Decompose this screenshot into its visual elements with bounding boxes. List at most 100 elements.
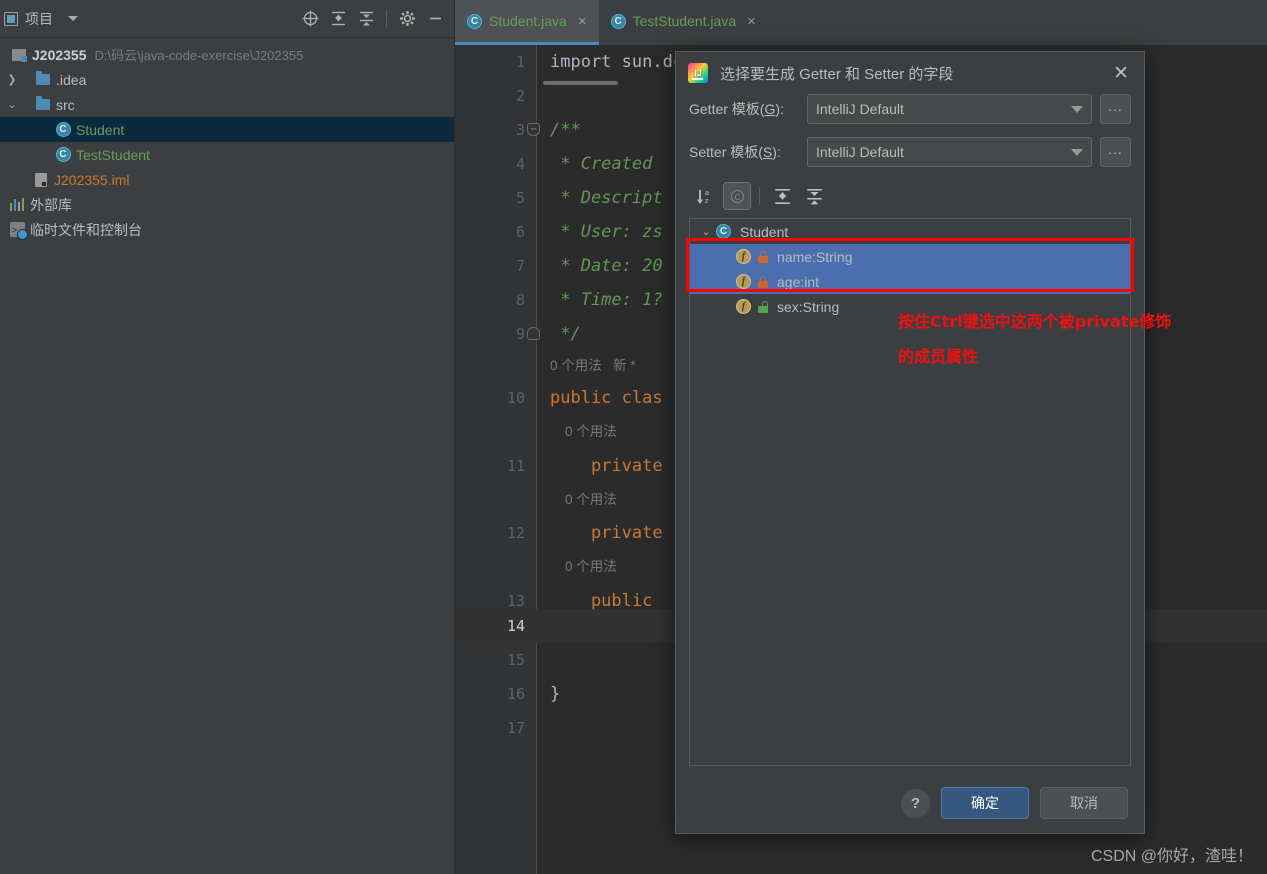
tree-item-iml[interactable]: J202355.iml: [0, 167, 454, 192]
field-icon: f: [736, 274, 751, 289]
line-number: 8: [515, 291, 525, 309]
annotation-text-line2: 的成员属性: [898, 347, 979, 366]
line-number: 10: [506, 389, 525, 407]
code-text: * Time: 1?: [550, 290, 663, 310]
editor-tab-bar: C Student.java × C TestStudent.java ×: [455, 0, 1267, 45]
collapse-all-icon[interactable]: [800, 182, 828, 210]
line-number: 15: [506, 651, 525, 669]
tree-item-student[interactable]: C Student: [0, 117, 454, 142]
getter-template-browse-button[interactable]: ...: [1100, 94, 1131, 124]
private-lock-icon: [758, 250, 768, 263]
code-text: * Descript: [550, 188, 663, 208]
tree-item-label: src: [56, 96, 75, 113]
iml-file-icon: [32, 172, 50, 187]
line-number: 4: [515, 155, 525, 173]
watermark: CSDN @你好，渣哇！: [1090, 848, 1253, 865]
getter-template-label: Getter 模板(G):: [689, 101, 784, 117]
tab-label: TestStudent.java: [632, 13, 737, 29]
project-panel-toolbar: [297, 6, 448, 32]
expand-all-icon[interactable]: [768, 182, 796, 210]
line-number: 11: [506, 457, 525, 475]
code-text: public: [550, 591, 653, 611]
setter-template-browse-button[interactable]: ...: [1100, 137, 1131, 167]
line-number: 17: [506, 719, 525, 737]
line-number-current: 14: [506, 617, 525, 635]
tree-item-label: J202355: [32, 46, 87, 63]
code-text: private: [550, 456, 663, 476]
group-by-class-icon[interactable]: C: [723, 182, 751, 210]
code-text: * User: zs: [550, 222, 663, 242]
fold-marker-open-icon[interactable]: −: [527, 123, 540, 136]
field-row-age[interactable]: f age:int: [690, 269, 1130, 294]
project-panel-title-group[interactable]: 项目: [4, 9, 78, 29]
field-row-name[interactable]: f name:String: [690, 244, 1130, 269]
minimize-icon[interactable]: [422, 6, 448, 32]
crosshair-target-icon[interactable]: [297, 6, 323, 32]
chevron-right-icon[interactable]: ❯: [4, 73, 20, 86]
line-number: 9: [515, 325, 525, 343]
code-text: }: [550, 684, 561, 704]
java-class-icon: C: [54, 147, 72, 162]
chevron-down-icon: [1071, 105, 1083, 113]
fold-marker-close-icon[interactable]: [527, 327, 540, 340]
field-selection-list[interactable]: ⌄ C Student f name:String f age:int f se…: [689, 218, 1131, 766]
tree-item-label: TestStudent: [76, 146, 150, 163]
field-label: name:String: [777, 248, 853, 265]
project-panel-header: 项目: [0, 0, 454, 38]
tree-item-teststudent[interactable]: C TestStudent: [0, 142, 454, 167]
inlay-usage-hint[interactable]: 0 个用法: [550, 555, 617, 575]
code-text: */: [550, 324, 581, 344]
sort-alphabetically-icon[interactable]: a z: [691, 182, 719, 210]
line-number: 2: [515, 87, 525, 105]
tree-item-src[interactable]: ⌄ src: [0, 92, 454, 117]
line-number: 16: [506, 685, 525, 703]
chevron-down-icon[interactable]: [68, 16, 78, 21]
chevron-down-icon[interactable]: ⌄: [696, 225, 716, 238]
code-text: public clas: [550, 388, 663, 408]
tree-item-external-libraries[interactable]: 外部库: [0, 192, 454, 217]
inlay-usage-hint[interactable]: 0 个用法 新 *: [550, 354, 636, 374]
tree-item-label: 外部库: [30, 196, 72, 213]
close-icon[interactable]: ×: [578, 13, 587, 30]
tab-student-java[interactable]: C Student.java ×: [455, 0, 599, 45]
folder-icon: [34, 96, 52, 110]
gear-icon[interactable]: [394, 6, 420, 32]
module-icon: [10, 48, 28, 62]
inlay-usage-hint[interactable]: 0 个用法: [550, 420, 617, 440]
project-view-icon: [4, 11, 18, 26]
close-icon[interactable]: ✕: [1108, 62, 1134, 85]
expand-all-icon[interactable]: [325, 6, 351, 32]
java-class-icon: C: [716, 224, 731, 239]
java-class-icon: C: [54, 122, 72, 137]
tree-item-module[interactable]: J202355 D:\码云\java-code-exercise\J202355: [0, 42, 454, 67]
ide-window: 项目 J202355 D:\码云\java-code-exercise\J202…: [0, 0, 1267, 874]
ok-button[interactable]: 确定: [941, 787, 1029, 819]
scratches-consoles-icon: >_: [8, 222, 28, 240]
java-class-icon: C: [610, 13, 626, 29]
intellij-idea-logo-icon: IJ: [688, 63, 708, 83]
private-lock-icon: [758, 275, 768, 288]
dialog-title-bar: IJ 选择要生成 Getter 和 Setter 的字段 ✕: [676, 52, 1144, 94]
inlay-usage-hint[interactable]: 0 个用法: [550, 488, 617, 508]
cancel-button[interactable]: 取消: [1040, 787, 1128, 819]
setter-template-select[interactable]: IntelliJ Default: [807, 137, 1092, 167]
help-button[interactable]: ?: [901, 788, 930, 818]
code-text: /**: [550, 120, 581, 140]
line-number: 13: [506, 592, 525, 610]
field-tree-class-row[interactable]: ⌄ C Student: [690, 219, 1130, 244]
tree-item-idea[interactable]: ❯ .idea: [0, 67, 454, 92]
getter-template-select[interactable]: IntelliJ Default: [807, 94, 1092, 124]
chevron-down-icon[interactable]: ⌄: [4, 98, 20, 111]
setter-template-label: Setter 模板(S):: [689, 144, 781, 160]
dialog-body: Getter 模板(G): IntelliJ Default ... Sette…: [676, 94, 1144, 766]
annotation-text-line1: 按住Ctrl键选中这两个被private修饰: [898, 312, 1172, 331]
svg-text:C: C: [734, 193, 740, 202]
close-icon[interactable]: ×: [747, 13, 756, 30]
tree-item-scratches-consoles[interactable]: >_ 临时文件和控制台: [0, 217, 454, 242]
field-label: age:int: [777, 273, 820, 290]
project-tree: J202355 D:\码云\java-code-exercise\J202355…: [0, 38, 454, 242]
tab-teststudent-java[interactable]: C TestStudent.java ×: [599, 0, 768, 45]
collapse-all-icon[interactable]: [353, 6, 379, 32]
line-number: 6: [515, 223, 525, 241]
tree-item-label: .idea: [56, 71, 87, 88]
